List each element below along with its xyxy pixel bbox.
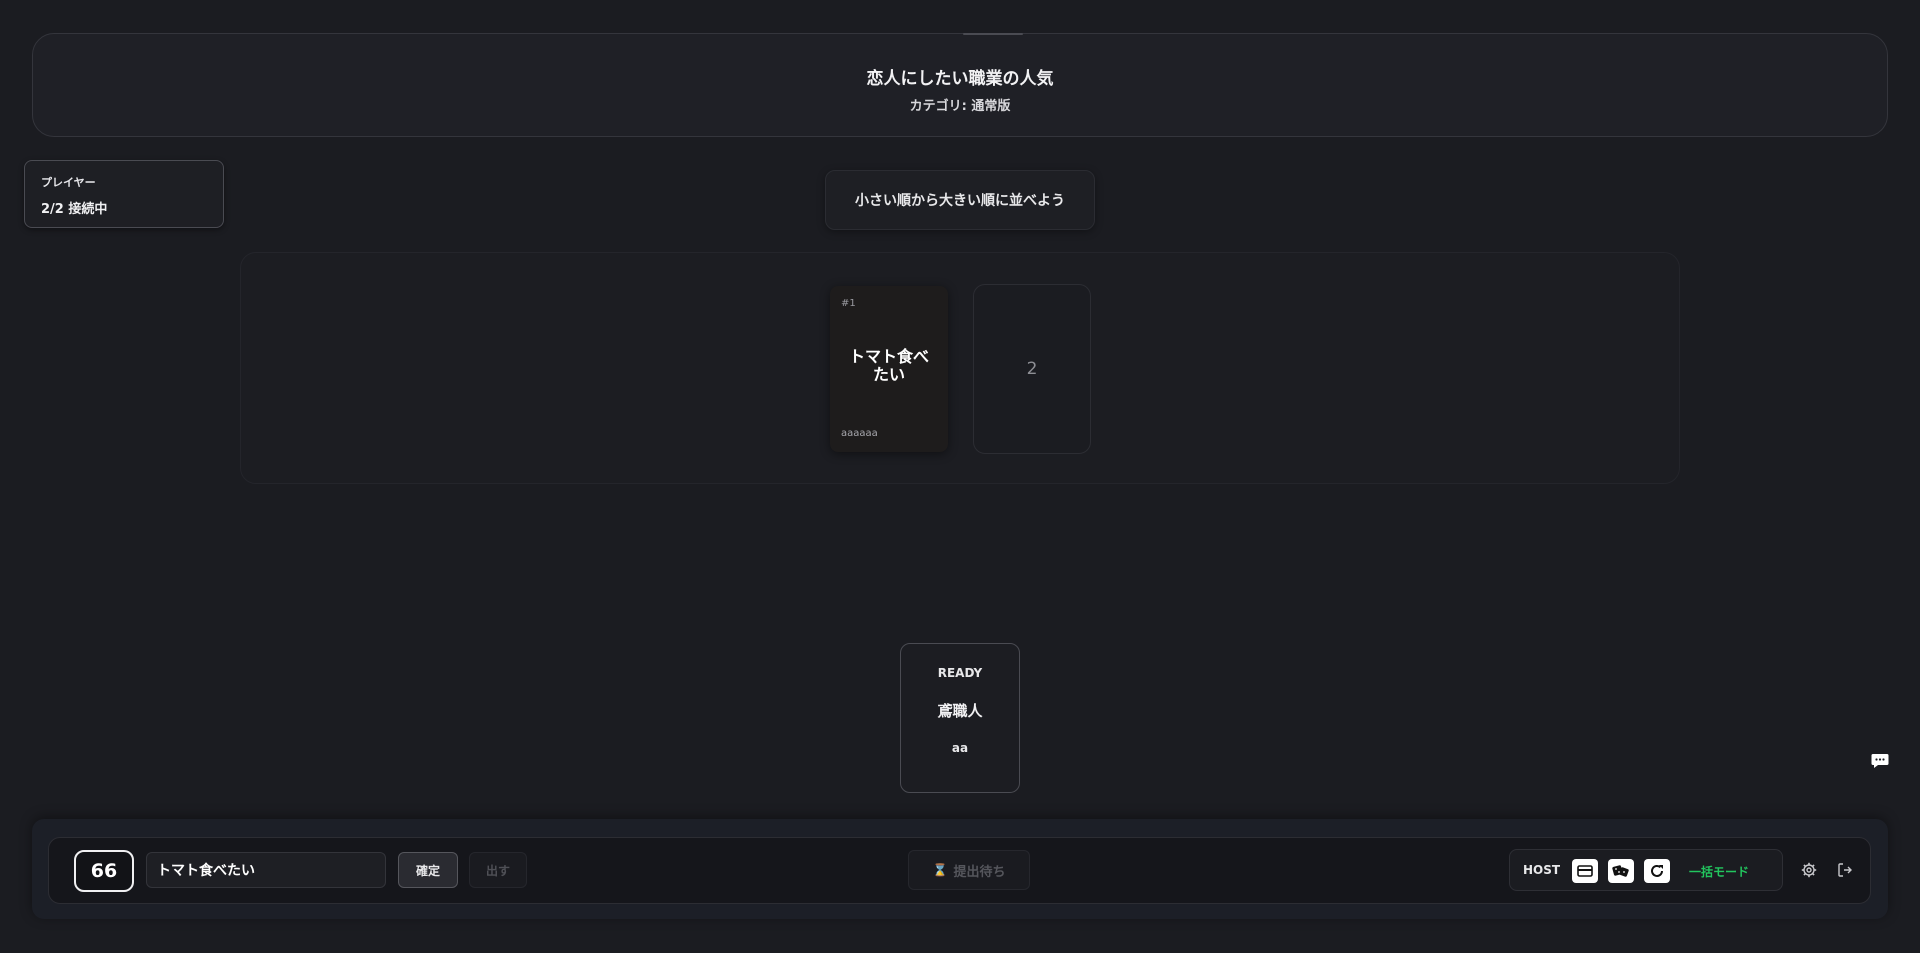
played-card-text: トマト食べたい bbox=[848, 347, 929, 384]
host-label: HOST bbox=[1523, 863, 1561, 877]
players-count: 2/2 接続中 bbox=[41, 202, 108, 217]
empty-card-slot[interactable]: 2 bbox=[973, 284, 1091, 454]
waiting-submission-button[interactable]: ⌛ 提出待ち bbox=[908, 850, 1030, 890]
players-panel: プレイヤー 2/2 接続中 bbox=[24, 160, 224, 228]
play-card-button[interactable]: 出す bbox=[469, 852, 527, 888]
hourglass-icon: ⌛ bbox=[932, 863, 948, 877]
ready-status: READY bbox=[937, 666, 983, 680]
logout-icon[interactable] bbox=[1834, 859, 1856, 881]
instruction-banner: 小さい順から大きい順に並べよう bbox=[825, 170, 1095, 230]
card-board bbox=[240, 252, 1680, 484]
played-card-author: aaaaaa bbox=[841, 428, 878, 439]
players-label: プレイヤー bbox=[41, 176, 96, 189]
host-panel: HOST 一括モード bbox=[1509, 849, 1783, 891]
played-card: #1 トマト食べたい aaaaaa bbox=[830, 286, 948, 452]
played-card-number: #1 bbox=[841, 298, 856, 309]
hand-number-badge: 66 bbox=[74, 850, 134, 892]
card-icon[interactable] bbox=[1572, 859, 1598, 883]
answer-input[interactable] bbox=[146, 852, 386, 888]
ready-player-name: aa bbox=[951, 741, 969, 755]
topic-title: 恋人にしたい職業の人気 bbox=[866, 69, 1054, 89]
topic-notch bbox=[963, 33, 1023, 35]
waiting-label: 提出待ち bbox=[953, 864, 1006, 880]
bottom-panel: 66 確定 出す ⌛ 提出待ち HOST bbox=[32, 819, 1888, 919]
ready-topic: 鳶職人 bbox=[937, 702, 983, 720]
control-bar: 66 確定 出す ⌛ 提出待ち HOST bbox=[48, 837, 1871, 904]
topic-header: 恋人にしたい職業の人気 カテゴリ: 通常版 bbox=[32, 33, 1888, 137]
topic-category: カテゴリ: 通常版 bbox=[909, 99, 1011, 114]
dice-icon[interactable] bbox=[1608, 859, 1634, 883]
bulk-mode-button[interactable]: 一括モード bbox=[1689, 863, 1749, 880]
chat-icon[interactable] bbox=[1870, 752, 1890, 770]
ready-player-card: READY 鳶職人 aa bbox=[900, 643, 1020, 793]
restart-icon[interactable] bbox=[1644, 859, 1670, 883]
gear-icon[interactable] bbox=[1798, 859, 1820, 881]
confirm-button[interactable]: 確定 bbox=[398, 852, 458, 888]
